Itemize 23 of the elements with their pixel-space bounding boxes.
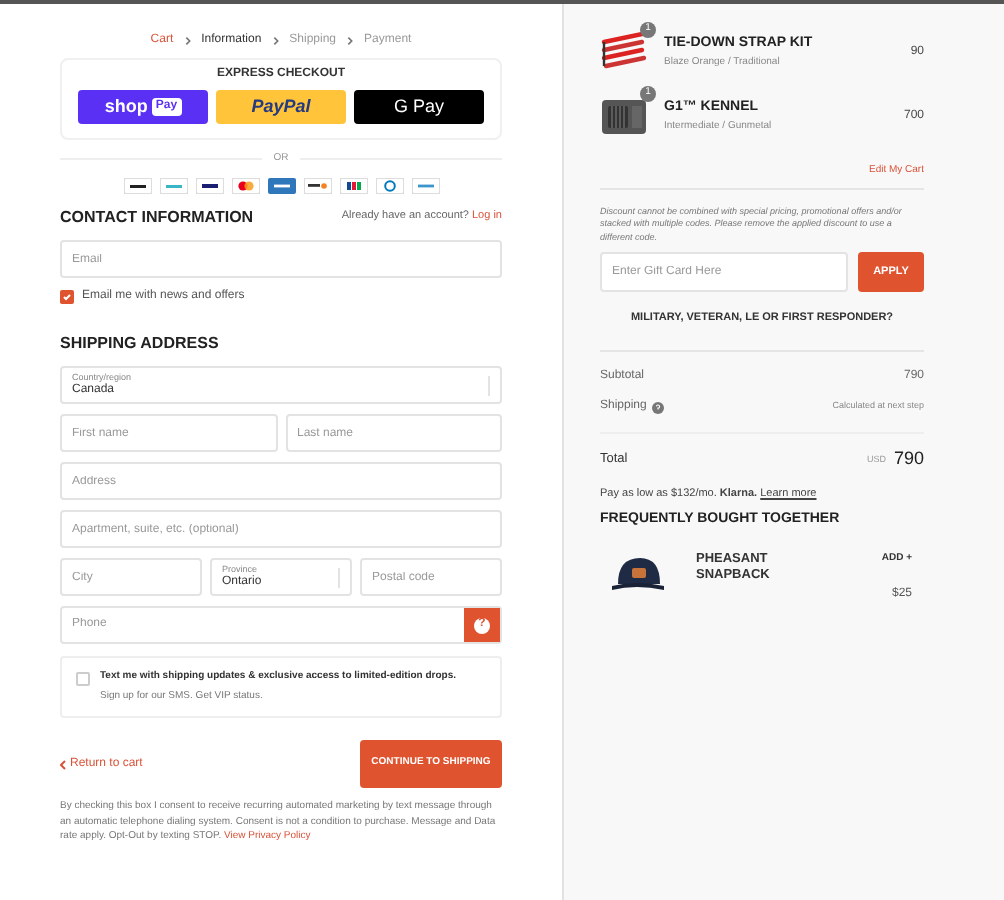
- card-logo-icon: [303, 177, 331, 193]
- help-icon: [652, 401, 665, 414]
- checkbox[interactable]: [76, 672, 90, 686]
- paypal-button[interactable]: PayPal: [216, 90, 346, 124]
- card-logo-icon: [231, 177, 259, 193]
- checkbox[interactable]: [60, 290, 74, 304]
- strap-icon: [600, 32, 648, 72]
- chevron-icon: [60, 759, 66, 769]
- chevron-icon: [183, 35, 192, 45]
- total-value: 790: [893, 446, 924, 473]
- card-logo-icon: [411, 177, 439, 193]
- card-logo-icon: [123, 177, 151, 193]
- chevron-icon: [346, 35, 355, 45]
- card-logo-icon: [267, 177, 295, 193]
- kennel-icon: [600, 96, 648, 136]
- section-title: SHIPPING ADDRESS: [60, 332, 221, 356]
- google-pay-button[interactable]: G Pay: [354, 90, 484, 124]
- card-logo-icon: [375, 177, 403, 193]
- section-title: CONTACT INFORMATION: [60, 205, 254, 229]
- chevron-icon: [271, 35, 280, 45]
- card-logo-icon: [195, 177, 223, 193]
- card-logo-icon: [159, 177, 187, 193]
- card-logo-icon: [339, 177, 367, 193]
